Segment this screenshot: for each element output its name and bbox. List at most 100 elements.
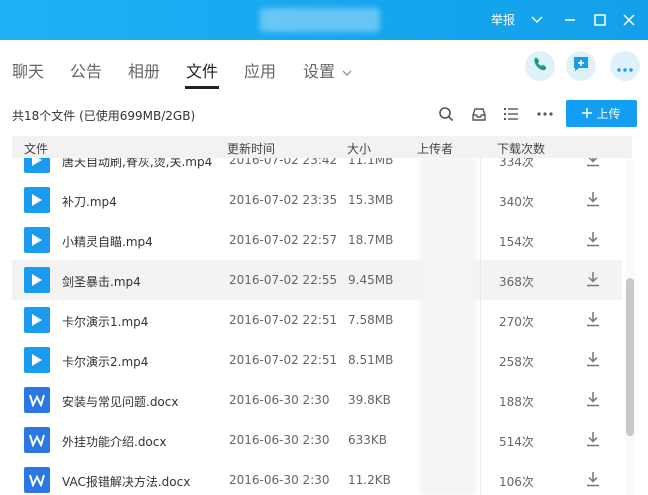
update-time: 2016-06-30 2:30 bbox=[229, 473, 330, 487]
header-size[interactable]: 大小 bbox=[347, 140, 371, 157]
file-size: 9.45MB bbox=[348, 273, 394, 287]
tab-album[interactable]: 相册 bbox=[128, 58, 160, 82]
file-name: VAC报错解决方法.docx bbox=[62, 475, 191, 489]
update-time: 2016-06-30 2:30 bbox=[229, 393, 330, 407]
download-count: 270次 bbox=[499, 315, 534, 329]
upload-button[interactable]: 上传 bbox=[566, 100, 637, 127]
update-time: 2016-07-02 22:57 bbox=[229, 233, 338, 247]
update-time: 2016-07-02 22:55 bbox=[229, 273, 338, 287]
list-view-icon[interactable] bbox=[501, 104, 521, 124]
update-time: 2016-07-02 23:42 bbox=[229, 158, 338, 167]
more-dots-icon bbox=[617, 57, 633, 76]
column-divider bbox=[480, 158, 481, 495]
table-row[interactable]: 卡尔演示2.mp4 2016-07-02 22:51 8.51MB 258次 bbox=[12, 340, 622, 380]
tab-announcement[interactable]: 公告 bbox=[70, 58, 102, 82]
header-uploader[interactable]: 上传者 bbox=[417, 140, 453, 157]
video-file-icon bbox=[24, 187, 50, 213]
video-file-icon bbox=[24, 267, 50, 293]
header-file[interactable]: 文件 bbox=[24, 140, 48, 157]
header-update-time[interactable]: 更新时间 bbox=[227, 140, 275, 157]
file-name: 安装与常见问题.docx bbox=[62, 395, 179, 409]
settings-chevron-icon[interactable] bbox=[342, 62, 352, 81]
download-count: 334次 bbox=[499, 158, 534, 169]
download-icon[interactable] bbox=[585, 271, 601, 290]
close-icon[interactable] bbox=[619, 10, 639, 30]
table-row[interactable]: 外挂功能介绍.docx 2016-06-30 2:30 633KB 514次 bbox=[12, 420, 622, 460]
download-count: 368次 bbox=[499, 275, 534, 289]
nav-bar: 聊天 公告 相册 文件 应用 设置 bbox=[0, 40, 648, 93]
table-row[interactable]: 小精灵自瞄.mp4 2016-07-02 22:57 18.7MB 154次 bbox=[12, 220, 622, 260]
file-size: 15.3MB bbox=[348, 193, 394, 207]
report-link[interactable]: 举报 bbox=[491, 11, 515, 28]
word-doc-icon bbox=[24, 427, 50, 453]
table-row[interactable]: 安装与常见问题.docx 2016-06-30 2:30 39.8KB 188次 bbox=[12, 380, 622, 420]
download-count: 514次 bbox=[499, 435, 534, 449]
download-icon[interactable] bbox=[585, 231, 601, 250]
active-tab-indicator bbox=[185, 86, 219, 89]
download-icon[interactable] bbox=[585, 391, 601, 410]
video-file-icon bbox=[24, 307, 50, 333]
file-name: 补刀.mp4 bbox=[62, 195, 117, 209]
file-size: 11.1MB bbox=[348, 158, 394, 167]
video-file-icon bbox=[24, 227, 50, 253]
table-row[interactable]: 卡尔演示1.mp4 2016-07-02 22:51 7.58MB 270次 bbox=[12, 300, 622, 340]
video-file-icon bbox=[24, 158, 50, 173]
table-header: 文件 更新时间 大小 上传者 下载次数 bbox=[12, 136, 632, 158]
file-size: 633KB bbox=[348, 433, 388, 447]
video-file-icon bbox=[24, 347, 50, 373]
download-count: 154次 bbox=[499, 235, 534, 249]
table-row[interactable]: 唐天自动刷,脊灰,烫,关.mp4 2016-07-02 23:42 11.1MB 33… bbox=[12, 158, 622, 180]
word-doc-icon bbox=[24, 467, 50, 493]
download-icon[interactable] bbox=[585, 351, 601, 370]
inbox-icon[interactable] bbox=[469, 104, 489, 124]
file-size: 7.58MB bbox=[348, 313, 394, 327]
file-name: 外挂功能介绍.docx bbox=[62, 435, 167, 449]
download-icon[interactable] bbox=[585, 431, 601, 450]
file-count-label: 共18个文件 (已使用699MB/2GB) bbox=[12, 109, 196, 123]
more-tools-icon[interactable] bbox=[535, 104, 555, 124]
word-doc-icon bbox=[24, 387, 50, 413]
update-time: 2016-07-02 23:35 bbox=[229, 193, 338, 207]
table-row[interactable]: 补刀.mp4 2016-07-02 23:35 15.3MB 340次 bbox=[12, 180, 622, 220]
update-time: 2016-06-30 2:30 bbox=[229, 433, 330, 447]
update-time: 2016-07-02 22:51 bbox=[229, 353, 338, 367]
file-name: 卡尔演示2.mp4 bbox=[62, 355, 149, 369]
file-size: 18.7MB bbox=[348, 233, 394, 247]
download-icon[interactable] bbox=[585, 471, 601, 490]
download-count: 340次 bbox=[499, 195, 534, 209]
table-row[interactable]: 剑圣暴击.mp4 2016-07-02 22:55 9.45MB 368次 bbox=[12, 260, 622, 300]
update-time: 2016-07-02 22:51 bbox=[229, 313, 338, 327]
title-bar: 举报 bbox=[0, 0, 648, 40]
tab-chat[interactable]: 聊天 bbox=[12, 58, 44, 82]
search-icon[interactable] bbox=[436, 104, 456, 124]
file-toolbar: 共18个文件 (已使用699MB/2GB) bbox=[0, 92, 648, 136]
download-count: 106次 bbox=[499, 475, 534, 489]
minimize-icon[interactable] bbox=[560, 10, 580, 30]
maximize-icon[interactable] bbox=[590, 10, 610, 30]
file-name: 卡尔演示1.mp4 bbox=[62, 315, 149, 329]
new-message-button[interactable] bbox=[566, 51, 596, 81]
header-downloads[interactable]: 下载次数 bbox=[497, 140, 545, 157]
chevron-down-icon[interactable] bbox=[527, 10, 547, 30]
table-row[interactable]: VAC报错解决方法.docx 2016-06-30 2:30 11.2KB 106次 bbox=[12, 460, 622, 495]
group-name-blurred bbox=[260, 8, 380, 32]
more-options-button[interactable] bbox=[610, 51, 640, 81]
download-icon[interactable] bbox=[585, 158, 601, 170]
file-size: 8.51MB bbox=[348, 353, 394, 367]
phone-icon bbox=[532, 56, 548, 76]
upload-label: 上传 bbox=[596, 107, 621, 121]
uploader-column-blurred bbox=[420, 158, 476, 495]
tab-apps[interactable]: 应用 bbox=[244, 58, 276, 82]
tab-files[interactable]: 文件 bbox=[186, 58, 218, 82]
download-icon[interactable] bbox=[585, 311, 601, 330]
file-name: 唐天自动刷,脊灰,烫,关.mp4 bbox=[62, 158, 213, 169]
file-name: 剑圣暴击.mp4 bbox=[62, 275, 141, 289]
add-message-icon bbox=[572, 55, 590, 77]
file-name: 小精灵自瞄.mp4 bbox=[62, 235, 153, 249]
tab-settings[interactable]: 设置 bbox=[303, 58, 335, 82]
phone-call-button[interactable] bbox=[525, 51, 555, 81]
scrollbar-thumb[interactable] bbox=[626, 278, 634, 436]
file-list: 唐天自动刷,脊灰,烫,关.mp4 2016-07-02 23:42 11.1MB 33… bbox=[12, 158, 622, 495]
download-icon[interactable] bbox=[585, 191, 601, 210]
file-size: 11.2KB bbox=[348, 473, 391, 487]
